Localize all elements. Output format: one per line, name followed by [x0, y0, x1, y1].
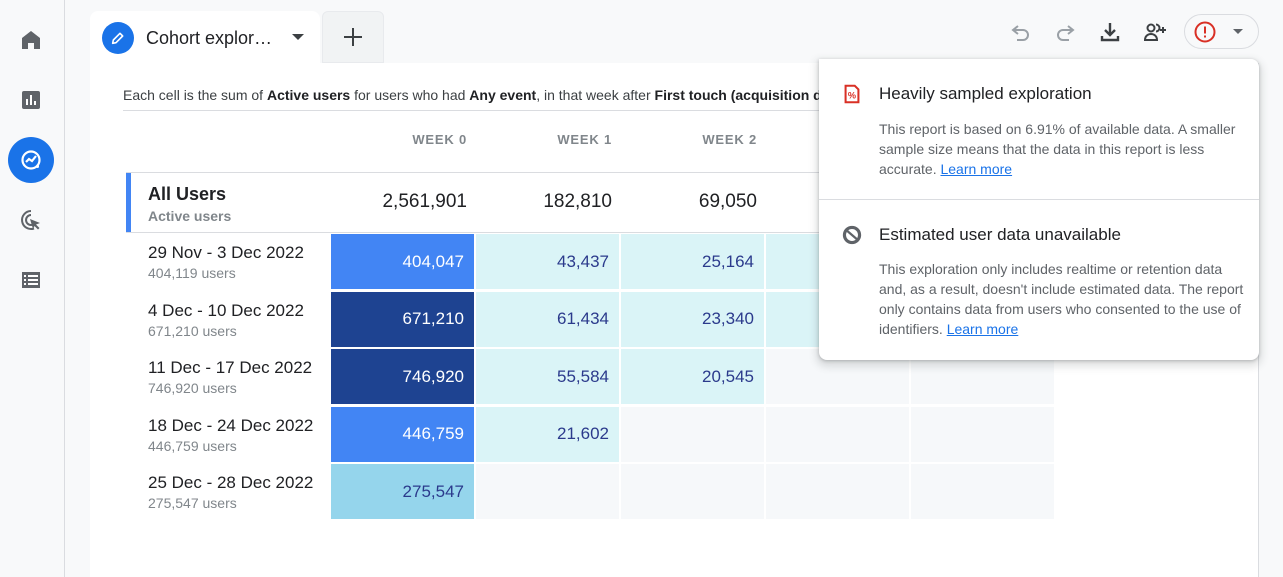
download-button[interactable]: [1094, 16, 1126, 48]
cohort-user-count: 746,920 users: [148, 380, 237, 396]
add-person-icon: [1143, 23, 1166, 41]
nav-reports[interactable]: [8, 77, 54, 123]
nav-advertising[interactable]: [8, 197, 54, 243]
nav-explore[interactable]: [8, 137, 54, 183]
column-header-week-0[interactable]: WEEK 0: [327, 132, 467, 147]
cohort-date-range: 11 Dec - 17 Dec 2022: [148, 358, 313, 377]
total-week-2: 69,050: [698, 191, 757, 212]
add-tab-button[interactable]: [322, 11, 384, 63]
sampling-alert-popup: % Heavily sampled exploration This repor…: [819, 59, 1259, 360]
cohort-cell[interactable]: [766, 406, 909, 462]
download-icon: [1100, 23, 1120, 42]
caret-down-icon[interactable]: [292, 34, 304, 40]
pencil-icon[interactable]: [102, 22, 134, 54]
cohort-cell[interactable]: [911, 464, 1054, 519]
cohort-cell[interactable]: [476, 464, 619, 519]
column-header-week-2[interactable]: WEEK 2: [617, 132, 757, 147]
alerts-dropdown[interactable]: [1184, 14, 1259, 49]
cohort-cell[interactable]: 275,547: [331, 464, 474, 519]
alert-circle-icon: [1194, 21, 1216, 42]
desc-text: , in that week after: [536, 87, 655, 103]
table-description: Each cell is the sum of Active users for…: [123, 87, 823, 103]
cohort-cell[interactable]: [621, 406, 764, 462]
cohort-cell[interactable]: 671,210: [331, 291, 474, 347]
cohort-cell[interactable]: 746,920: [331, 349, 474, 404]
cohort-cell[interactable]: 21,602: [476, 406, 619, 462]
segment-color-bar: [126, 173, 131, 232]
divider: [123, 110, 823, 111]
home-icon: [22, 31, 40, 49]
undo-icon: [1011, 25, 1029, 41]
desc-event: Any event: [469, 87, 537, 103]
left-nav-rail: [0, 0, 65, 577]
cohort-user-count: 404,119 users: [148, 265, 236, 281]
alert-body-text: This exploration only includes realtime …: [879, 261, 1244, 337]
desc-text: Each cell is the sum of: [123, 87, 267, 103]
segment-name: All Users: [148, 184, 227, 204]
cohort-row-label: 11 Dec - 17 Dec 2022 746,920 users: [148, 358, 312, 396]
cohort-cell[interactable]: [766, 464, 909, 519]
cohort-cell[interactable]: 25,164: [621, 234, 764, 289]
list-icon: [22, 272, 40, 288]
bar-chart-icon: [22, 91, 40, 109]
cohort-row-label: 4 Dec - 10 Dec 2022 671,210 users: [148, 301, 304, 339]
cohort-date-range: 29 Nov - 3 Dec 2022: [148, 243, 304, 262]
cohort-cell[interactable]: 43,437: [476, 234, 619, 289]
cohort-date-range: 4 Dec - 10 Dec 2022: [148, 300, 304, 320]
alert-title: Heavily sampled exploration: [879, 84, 1092, 103]
cohort-user-count: 275,547 users: [148, 495, 237, 511]
undo-button[interactable]: [1005, 16, 1037, 48]
explore-icon: [21, 150, 41, 170]
plus-icon: [344, 28, 362, 46]
cohort-date-range: 18 Dec - 24 Dec 2022: [148, 415, 314, 435]
nav-configure[interactable]: [8, 257, 54, 303]
learn-more-link[interactable]: Learn more: [947, 321, 1019, 337]
cohort-cell[interactable]: 20,545: [621, 349, 764, 404]
total-week-1: 182,810: [543, 191, 612, 212]
cohort-user-count: 671,210 users: [148, 322, 237, 339]
desc-inclusion: First touch (acquisition date): [654, 87, 823, 103]
alert-title: Estimated user data unavailable: [879, 225, 1121, 244]
share-button[interactable]: [1139, 16, 1171, 48]
tab-cohort-exploration[interactable]: Cohort explor…: [90, 11, 320, 65]
svg-text:%: %: [848, 91, 856, 101]
caret-down-icon: [1233, 29, 1243, 34]
cohort-cell[interactable]: 61,434: [476, 291, 619, 347]
target-cursor-icon: [21, 210, 40, 230]
desc-metric: Active users: [266, 87, 351, 103]
column-header-week-1[interactable]: WEEK 1: [472, 132, 612, 147]
nav-home[interactable]: [8, 17, 54, 63]
cohort-row-label: 18 Dec - 24 Dec 2022 446,759 users: [148, 416, 313, 454]
alert-body: This report is based on 6.91% of availab…: [879, 119, 1249, 179]
cohort-cell[interactable]: [911, 406, 1054, 462]
redo-button[interactable]: [1049, 16, 1081, 48]
cohort-cell[interactable]: 23,340: [621, 291, 764, 347]
data-unavailable-icon: [842, 225, 862, 245]
cohort-cell[interactable]: 446,759: [331, 406, 474, 462]
tab-label: Cohort explor…: [146, 27, 273, 48]
total-week-0: 2,561,901: [382, 191, 467, 212]
cohort-user-count: 446,759 users: [148, 437, 237, 454]
segment-metric: Active users: [148, 208, 232, 224]
divider: [819, 199, 1259, 200]
cohort-cell[interactable]: [621, 464, 764, 519]
alert-body-text: This report is based on 6.91% of availab…: [879, 121, 1236, 177]
learn-more-link[interactable]: Learn more: [940, 161, 1012, 177]
cohort-cell[interactable]: 404,047: [331, 234, 474, 289]
redo-icon: [1057, 25, 1075, 41]
cohort-row-label: 29 Nov - 3 Dec 2022 404,119 users: [148, 243, 304, 281]
desc-text: for users who had: [350, 87, 470, 103]
sampled-percent-icon: %: [844, 84, 860, 104]
cohort-cell[interactable]: 55,584: [476, 349, 619, 404]
cohort-date-range: 25 Dec - 28 Dec 2022: [148, 473, 314, 492]
cohort-row-label: 25 Dec - 28 Dec 2022 275,547 users: [148, 473, 313, 511]
alert-body: This exploration only includes realtime …: [879, 259, 1249, 339]
